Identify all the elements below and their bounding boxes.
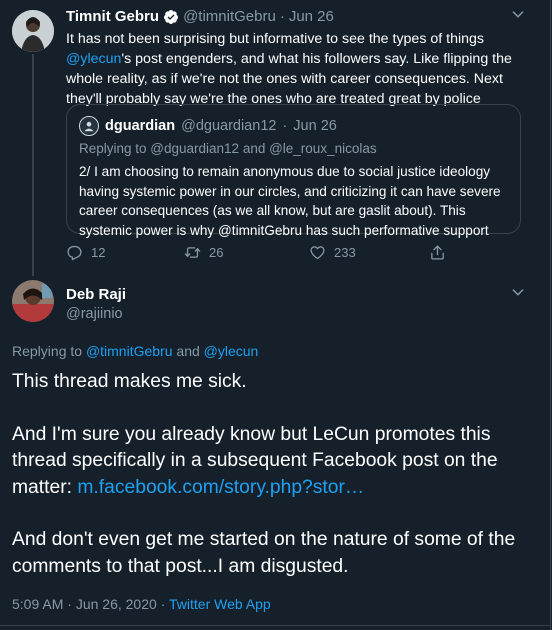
- reply-count: 12: [91, 245, 106, 260]
- share-button[interactable]: [429, 244, 446, 261]
- verified-badge-icon: [163, 9, 179, 25]
- dguardian-avatar: [79, 116, 99, 136]
- quoted-date: Jun 26: [293, 118, 337, 134]
- tweet2-author-name[interactable]: Deb Raji: [66, 286, 126, 303]
- reply-button[interactable]: 12: [66, 244, 105, 261]
- tweet1-author-name[interactable]: Timnit Gebru: [66, 8, 159, 25]
- tweet1-handle[interactable]: @timnitGebru: [183, 8, 276, 25]
- tweet2-date[interactable]: Jun 26, 2020: [76, 596, 157, 612]
- quoted-replying-to: Replying to @dguardian12 and @le_roux_ni…: [79, 141, 377, 156]
- retweet-icon: [184, 247, 201, 258]
- timnit-avatar[interactable]: [12, 10, 54, 52]
- tweet2-replying-to: Replying to @timnitGebru and @ylecun: [12, 343, 258, 359]
- heart-icon: [310, 246, 325, 260]
- quoted-separator: ·: [282, 118, 288, 134]
- tweet1-header: Timnit Gebru @timnitGebru · Jun 26: [66, 8, 334, 25]
- tweet1-separator: ·: [279, 8, 285, 25]
- tweet2-source-link[interactable]: Twitter Web App: [169, 596, 271, 612]
- quoted-author-name[interactable]: dguardian: [105, 118, 175, 134]
- tweet2-paragraph-1: This thread makes me sick.: [12, 371, 247, 392]
- quoted-tweet-header: dguardian @dguardian12 · Jun 26: [79, 116, 337, 136]
- mention-ylecun-link[interactable]: @ylecun: [66, 51, 121, 67]
- tweet1-text: It has not been surprising but informati…: [66, 29, 518, 109]
- replying-and: and: [176, 343, 200, 359]
- tweet1-text-part2: 's post engenders, and what his follower…: [66, 51, 512, 107]
- tweet2-time[interactable]: 5:09 AM: [12, 596, 63, 612]
- tweet2-meta-separator: ·: [67, 596, 72, 612]
- replying-label: Replying to: [12, 343, 83, 359]
- tweet1-text-part1: It has not been surprising but informati…: [66, 31, 484, 47]
- facebook-story-link[interactable]: m.facebook.com/story.php?stor…: [77, 477, 364, 498]
- quoted-tweet-text: 2/ I am choosing to remain anonymous due…: [79, 164, 501, 238]
- tweet2-author-handle[interactable]: @rajiinio: [66, 306, 123, 322]
- tweet2-meta-separator: ·: [160, 596, 166, 612]
- quoted-tweet[interactable]: dguardian @dguardian12 · Jun 26 Replying…: [66, 104, 521, 238]
- like-button[interactable]: 233: [309, 244, 356, 261]
- thread-connector-line: [32, 54, 34, 276]
- share-icon: [431, 245, 444, 260]
- chevron-down-icon[interactable]: [510, 6, 526, 25]
- tweet2-text: This thread makes me sick. And I'm sure …: [12, 369, 537, 580]
- like-count: 233: [334, 245, 356, 260]
- reply-icon: [67, 245, 82, 261]
- quoted-author-handle[interactable]: @dguardian12: [181, 118, 276, 134]
- tweet1-date[interactable]: Jun 26: [289, 8, 334, 25]
- tweet2-paragraph-2: And I'm sure you already know but LeCun …: [12, 422, 537, 502]
- deb-raji-avatar[interactable]: [12, 280, 54, 322]
- retweet-button[interactable]: 26: [184, 244, 223, 261]
- bottom-divider: [0, 625, 551, 626]
- tweet2-meta: 5:09 AM · Jun 26, 2020 · Twitter Web App: [12, 596, 271, 612]
- mention-timnitgebru-link[interactable]: @timnitGebru: [86, 343, 173, 359]
- retweet-count: 26: [209, 245, 224, 260]
- mention-ylecun-link[interactable]: @ylecun: [204, 343, 259, 359]
- chevron-down-icon[interactable]: [510, 284, 526, 303]
- tweet1-action-bar: 12 26 233: [66, 244, 516, 264]
- tweet2-paragraph-3: And don't even get me started on the nat…: [12, 529, 516, 577]
- tweet-thread: Timnit Gebru @timnitGebru · Jun 26 It ha…: [0, 0, 551, 630]
